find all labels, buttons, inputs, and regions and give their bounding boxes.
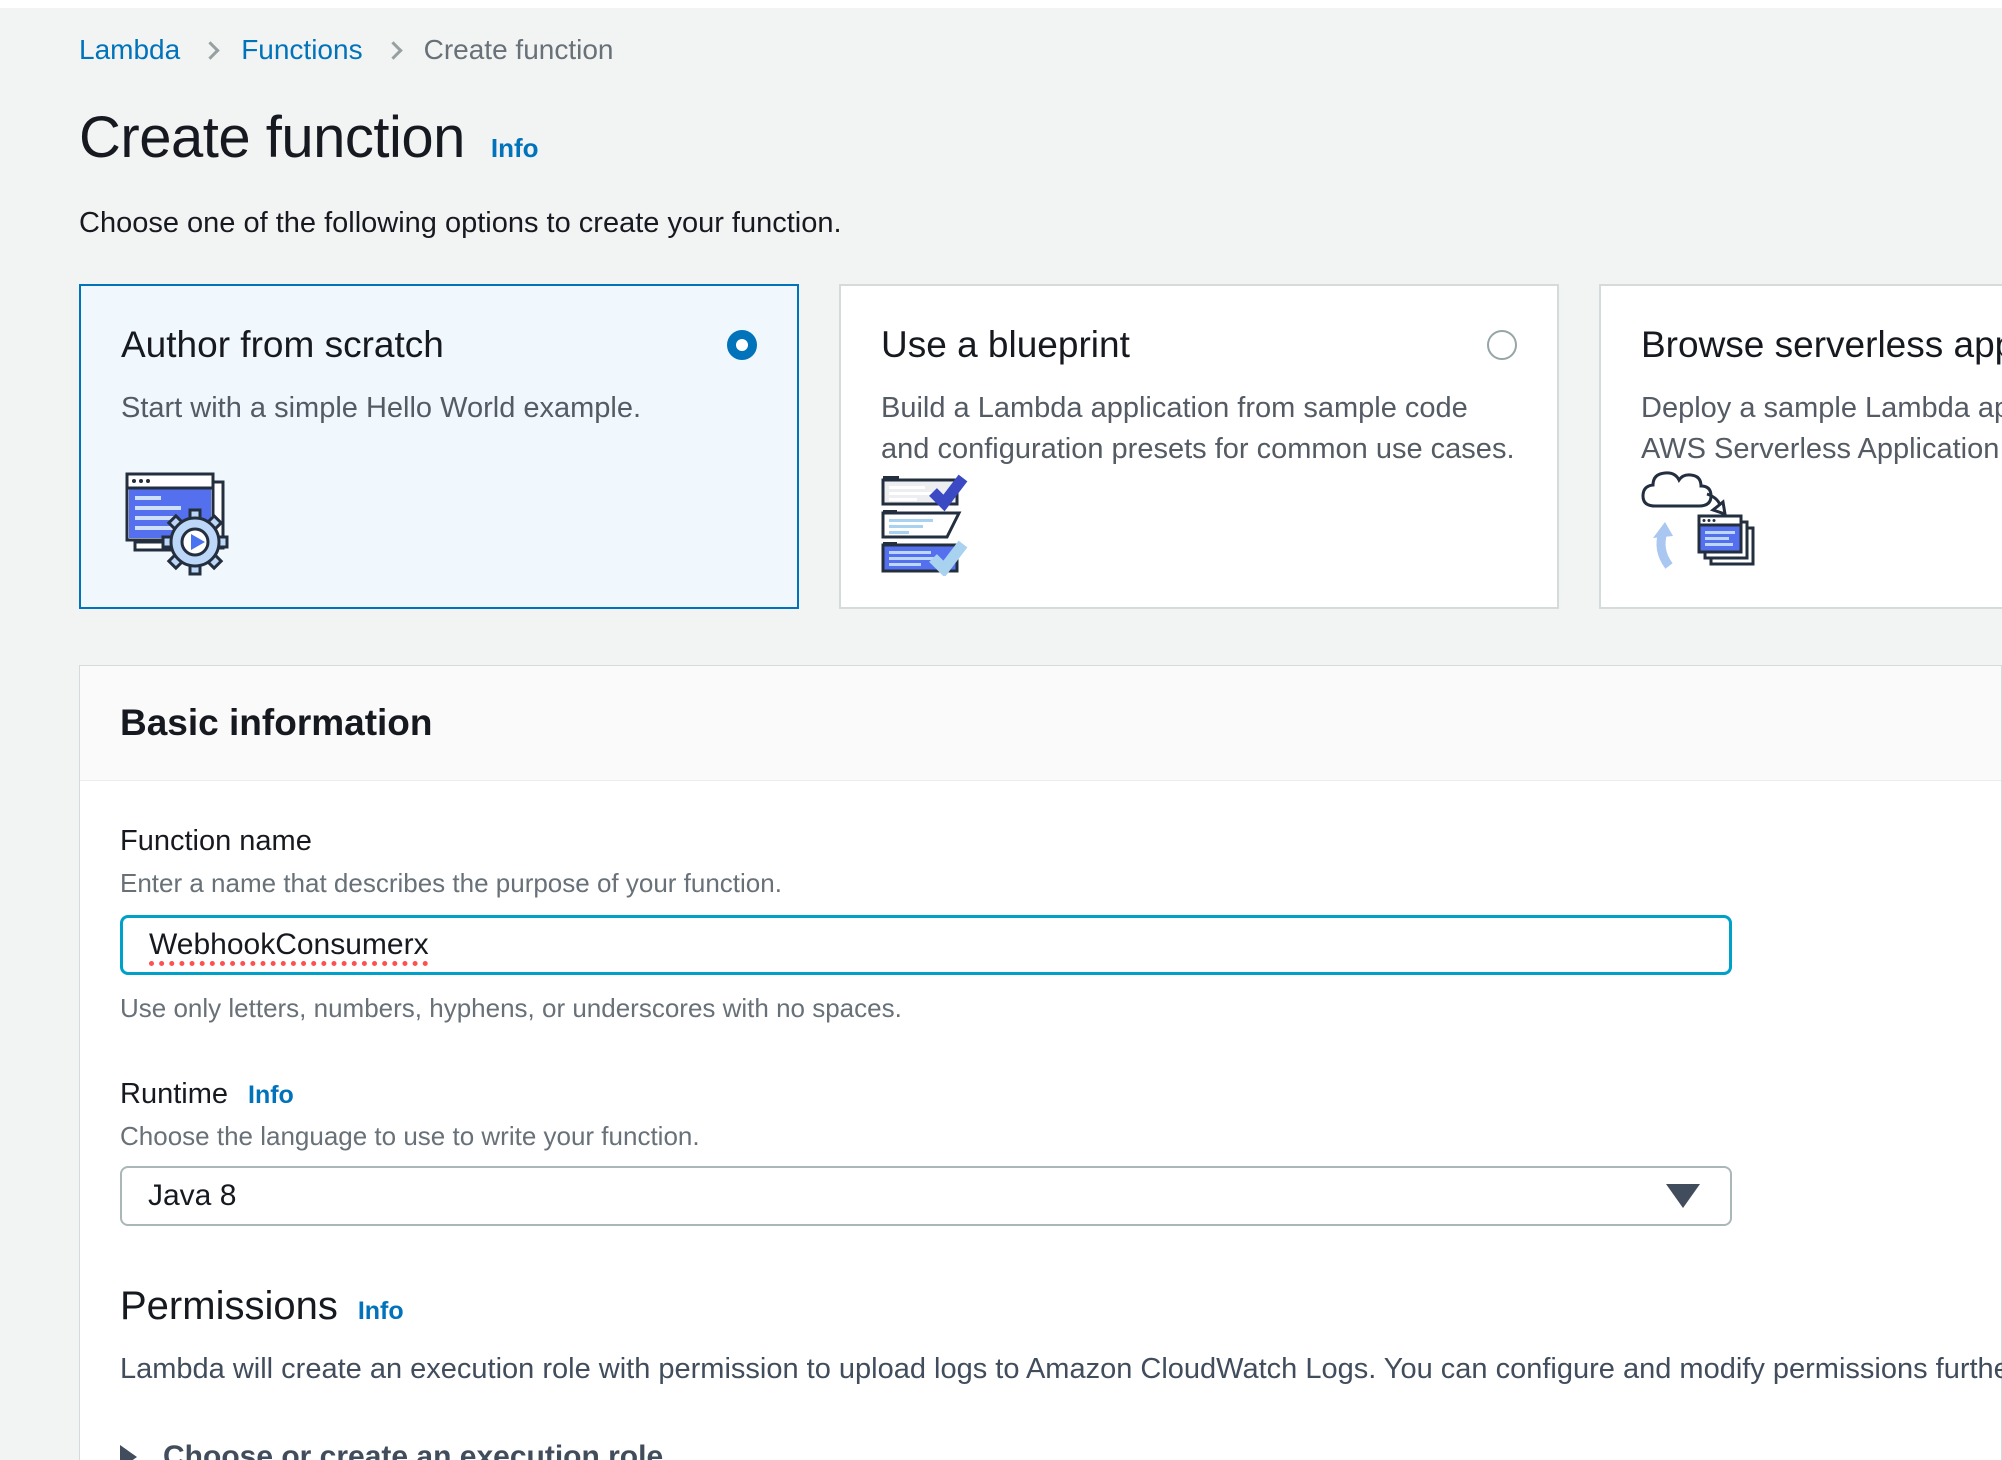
card-author-from-scratch[interactable]: Author from scratch Start with a simple … [79, 284, 799, 609]
execution-role-expander-label: Choose or create an execution role [163, 1440, 663, 1460]
basic-information-panel: Basic information Function name Enter a … [79, 665, 2002, 1460]
permissions-title: Permissions [120, 1284, 338, 1329]
card-description: Start with a simple Hello World example. [121, 388, 757, 429]
breadcrumb-chevron-icon [201, 41, 219, 59]
page-title-info-link[interactable]: Info [491, 133, 539, 164]
cloud-deploy-icon [1641, 466, 1763, 581]
runtime-select[interactable]: Java 8 [120, 1166, 1732, 1226]
runtime-info-link[interactable]: Info [248, 1081, 294, 1110]
card-use-a-blueprint[interactable]: Use a blueprint Build a Lambda applicati… [839, 284, 1559, 609]
card-description-line: AWS Serverless Application R [1641, 429, 2002, 470]
card-title: Author from scratch [121, 324, 444, 366]
blueprint-list-icon [881, 470, 985, 581]
breadcrumb-chevron-icon [384, 41, 402, 59]
radio-unselected-icon[interactable] [1487, 330, 1517, 360]
breadcrumb-functions[interactable]: Functions [241, 34, 362, 66]
basic-information-header: Basic information [80, 666, 2001, 781]
breadcrumb-current-page: Create function [424, 34, 614, 66]
top-edge-strip [0, 0, 2002, 8]
intro-text: Choose one of the following options to c… [79, 207, 2002, 240]
chevron-down-icon [1666, 1184, 1700, 1208]
runtime-helper: Choose the language to use to write your… [120, 1121, 1961, 1152]
runtime-label: Runtime [120, 1078, 228, 1111]
page-content: Lambda Functions Create function Create … [0, 8, 2002, 1460]
creation-option-cards: Author from scratch Start with a simple … [79, 284, 2002, 609]
permissions-description: Lambda will create an execution role wit… [120, 1353, 1961, 1386]
page-title: Create function [79, 104, 465, 171]
function-name-label: Function name [120, 825, 1961, 858]
function-name-value: WebhookConsumerx [149, 928, 429, 962]
card-description-line: Deploy a sample Lambda app [1641, 388, 2002, 429]
window-gear-icon [121, 468, 233, 581]
radio-selected-icon[interactable] [727, 330, 757, 360]
function-name-input[interactable]: WebhookConsumerx [120, 915, 1732, 975]
function-name-constraint: Use only letters, numbers, hyphens, or u… [120, 993, 1961, 1024]
execution-role-expander[interactable]: Choose or create an execution role [120, 1440, 1961, 1460]
card-title: Use a blueprint [881, 324, 1130, 366]
triangle-right-icon [120, 1445, 137, 1460]
function-name-helper: Enter a name that describes the purpose … [120, 868, 1961, 899]
breadcrumb-lambda[interactable]: Lambda [79, 34, 180, 66]
basic-information-title: Basic information [120, 702, 1961, 744]
breadcrumb: Lambda Functions Create function [79, 8, 2002, 66]
runtime-selected-value: Java 8 [148, 1179, 236, 1213]
card-title: Browse serverless app [1641, 324, 2002, 366]
card-description: Build a Lambda application from sample c… [881, 392, 1515, 465]
permissions-info-link[interactable]: Info [358, 1297, 404, 1326]
card-browse-serverless-app[interactable]: Browse serverless app Deploy a sample La… [1599, 284, 2002, 609]
